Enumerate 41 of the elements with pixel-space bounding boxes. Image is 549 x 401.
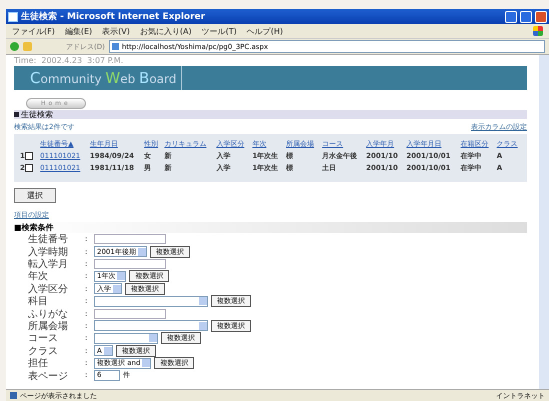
select-button[interactable]: 選択 (14, 188, 56, 203)
bullet-icon (14, 112, 19, 117)
section-title: 生徒検索 (21, 109, 53, 120)
field-label: 転入学月 (28, 258, 69, 271)
input-field[interactable] (94, 234, 166, 244)
page-icon (10, 392, 17, 399)
field-label: 入学区分 (28, 282, 69, 296)
row-checkbox[interactable] (24, 164, 33, 172)
field-label: コース (28, 332, 59, 346)
field-label: ふりがな (28, 308, 69, 320)
input-field[interactable] (94, 258, 166, 269)
field-label: 表ページ (28, 370, 69, 382)
field-label: 入学時期 (28, 246, 69, 258)
input-field[interactable] (94, 308, 166, 319)
window-icon (8, 12, 18, 22)
dropdown[interactable] (94, 296, 208, 307)
field-label: 生徒番号 (28, 232, 69, 246)
window-title: 生徒検索 - Microsoft Internet Explorer (21, 10, 206, 23)
windows-logo-icon (533, 26, 543, 36)
menu-item[interactable]: 表示(V) (102, 26, 130, 36)
field-label: 科目 (28, 294, 49, 308)
maximize-icon[interactable] (520, 10, 532, 22)
logo-text: Community Web Board (30, 69, 176, 87)
menu-item[interactable]: お気に入り(A) (140, 26, 192, 36)
menu-item[interactable]: ツール(T) (202, 26, 237, 36)
back-icon[interactable] (10, 42, 19, 51)
field-label: 年次 (28, 270, 49, 284)
field-label: 所属会場 (28, 320, 69, 333)
menu-item[interactable]: ファイル(F) (12, 26, 55, 36)
dropdown[interactable] (94, 332, 158, 344)
row-checkbox[interactable] (24, 152, 33, 160)
page-icon (112, 43, 119, 50)
field-label: クラス (28, 344, 59, 358)
field-label: 担任 (28, 357, 49, 370)
menu-item[interactable]: 編集(E) (64, 26, 92, 36)
close-icon[interactable] (535, 10, 547, 22)
minimize-icon[interactable] (505, 10, 517, 22)
search-conditions-heading: ■検索条件 (14, 222, 527, 233)
menu-item[interactable]: ヘルプ(H) (246, 26, 283, 36)
dropdown[interactable] (94, 320, 208, 332)
time-text: Time: 2002.4.23 3:07 P.M. (14, 55, 124, 66)
